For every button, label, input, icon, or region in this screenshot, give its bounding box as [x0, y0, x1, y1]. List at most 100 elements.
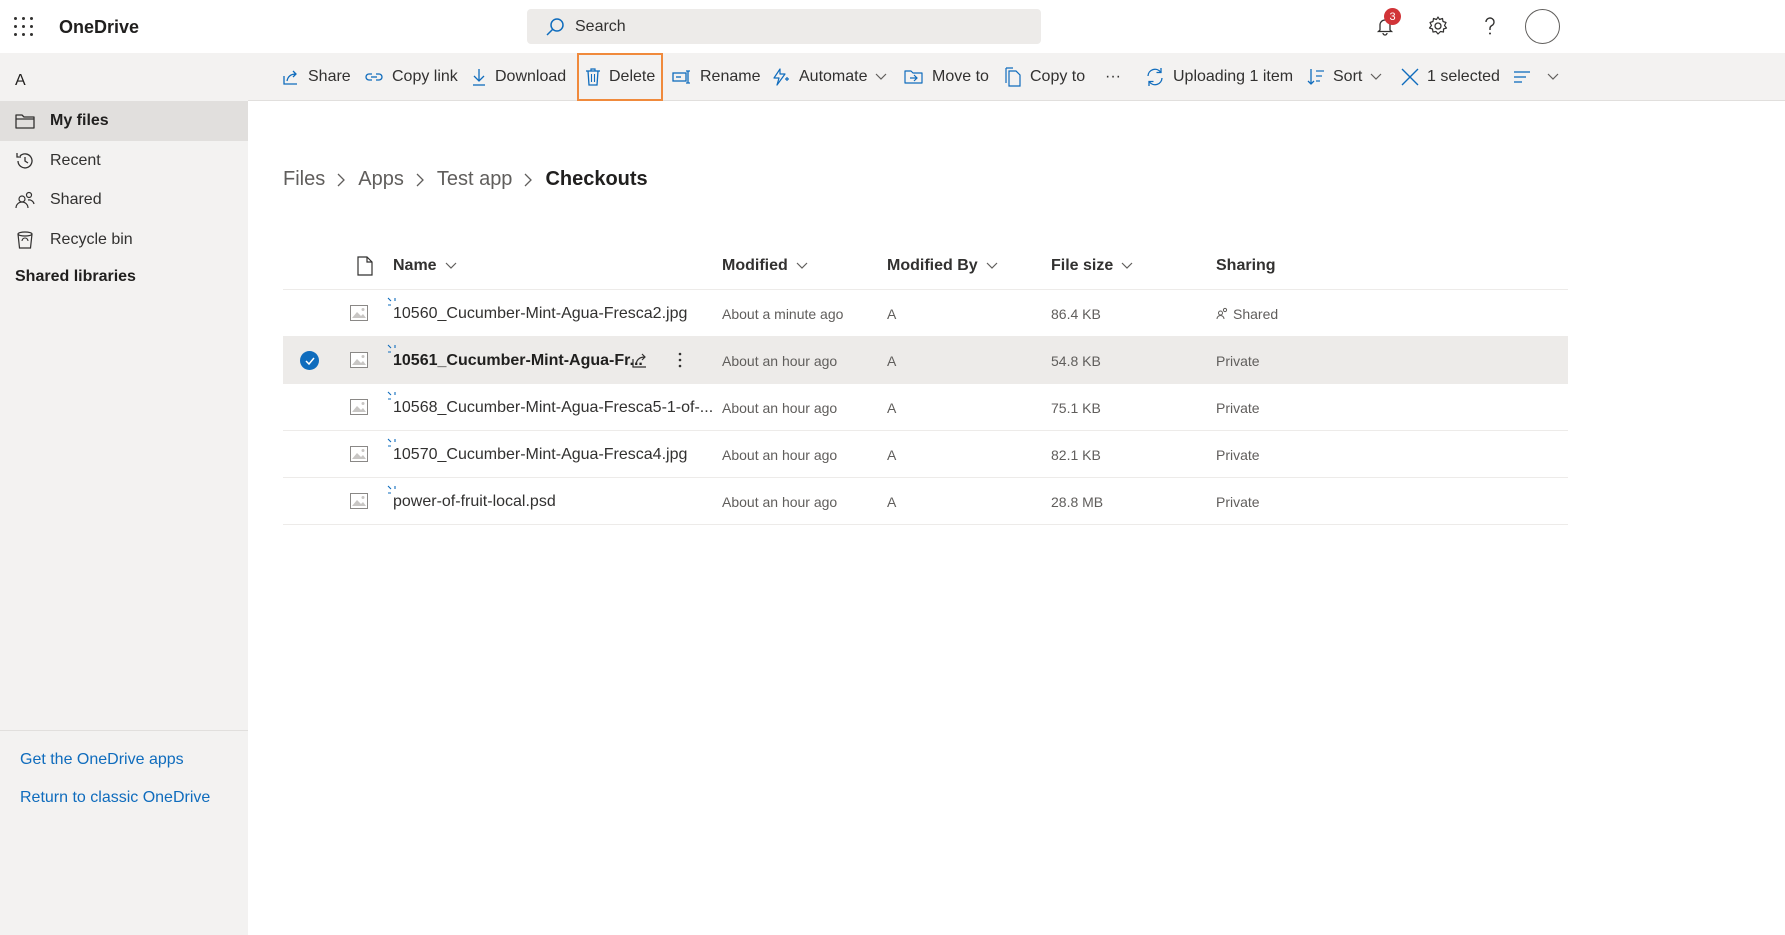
- automate-icon: [773, 68, 789, 86]
- file-name[interactable]: power-of-fruit-local.psd: [393, 478, 556, 525]
- table-row[interactable]: 10570_Cucumber-Mint-Agua-Fresca4.jpg Abo…: [283, 431, 1568, 478]
- share-button[interactable]: Share: [282, 53, 351, 101]
- search-icon: [546, 17, 564, 36]
- delete-button[interactable]: Delete: [585, 53, 655, 101]
- move-to-button[interactable]: Move to: [904, 53, 989, 101]
- list-view-icon: [1514, 71, 1530, 83]
- file-name[interactable]: 10570_Cucumber-Mint-Agua-Fresca4.jpg: [393, 431, 687, 478]
- file-list-header: Name Modified Modified By File size Shar…: [283, 242, 1568, 290]
- more-actions-button[interactable]: ···: [1105, 53, 1121, 101]
- chevron-right-icon: [416, 173, 425, 187]
- gear-icon: [1428, 16, 1448, 35]
- modified-by: A: [887, 399, 897, 416]
- download-button[interactable]: Download: [471, 53, 566, 101]
- image-file-icon: [350, 352, 368, 368]
- copy-to-button[interactable]: Copy to: [1004, 53, 1085, 101]
- search-placeholder: Search: [575, 17, 626, 35]
- rename-icon: [672, 70, 690, 84]
- name-column-header[interactable]: Name: [393, 242, 457, 290]
- view-options-button[interactable]: [1513, 53, 1559, 101]
- copy-link-button[interactable]: Copy link: [364, 53, 458, 101]
- modified-by-column-header[interactable]: Modified By: [887, 242, 998, 290]
- sidebar-item-shared[interactable]: Shared: [0, 180, 248, 220]
- file-type-column-header[interactable]: [349, 242, 373, 290]
- automate-label: Automate: [799, 68, 868, 85]
- folder-icon: [14, 110, 36, 132]
- sharing-label: Shared: [1233, 305, 1279, 322]
- shared-libraries-heading[interactable]: Shared libraries: [15, 268, 136, 286]
- modified-by: A: [887, 352, 897, 369]
- sidebar-item-label: Recycle bin: [50, 231, 133, 248]
- breadcrumb-item-test-app[interactable]: Test app: [437, 168, 513, 191]
- share-label: Share: [308, 68, 351, 85]
- move-to-icon: [904, 70, 923, 84]
- sidebar-item-label: My files: [50, 112, 109, 129]
- clear-selection-button[interactable]: 1 selected: [1401, 53, 1500, 101]
- modified-by: A: [887, 305, 897, 322]
- file-list: Name Modified Modified By File size Shar…: [283, 242, 1568, 525]
- sidebar-divider: [0, 730, 248, 731]
- rename-label: Rename: [700, 68, 761, 85]
- table-row[interactable]: 10560_Cucumber-Mint-Agua-Fresca2.jpg Abo…: [283, 290, 1568, 337]
- automate-button[interactable]: Automate: [771, 53, 887, 101]
- modified-date: About a minute ago: [722, 305, 844, 322]
- chevron-down-icon: [986, 262, 998, 269]
- search-box[interactable]: Search: [527, 9, 1041, 44]
- sidebar-item-label: Recent: [50, 152, 101, 169]
- sharing-column-header[interactable]: Sharing: [1216, 242, 1276, 290]
- notification-badge: 3: [1384, 8, 1401, 25]
- more-options-button[interactable]: [669, 349, 691, 371]
- get-apps-link[interactable]: Get the OneDrive apps: [20, 751, 184, 769]
- sharing-status: Shared: [1216, 290, 1278, 337]
- classic-onedrive-link[interactable]: Return to classic OneDrive: [20, 789, 210, 807]
- file-name[interactable]: 10561_Cucumber-Mint-Agua-Fr...: [393, 337, 643, 384]
- share-icon: [283, 70, 297, 85]
- account-avatar[interactable]: [1525, 9, 1560, 44]
- settings-button[interactable]: [1425, 13, 1451, 39]
- rename-button[interactable]: Rename: [672, 53, 760, 101]
- help-button[interactable]: [1477, 13, 1503, 39]
- people-icon: [1216, 307, 1228, 320]
- breadcrumb-item-apps[interactable]: Apps: [358, 168, 404, 191]
- chevron-down-icon: [876, 73, 887, 80]
- upload-status-button[interactable]: Uploading 1 item: [1145, 53, 1293, 101]
- sharing-status: Private: [1216, 446, 1260, 463]
- table-row[interactable]: 10568_Cucumber-Mint-Agua-Fresca5-1-of-..…: [283, 384, 1568, 431]
- checkmark-icon[interactable]: [300, 351, 319, 370]
- trash-icon: [586, 68, 600, 86]
- app-launcher-icon[interactable]: [14, 17, 34, 37]
- modified-column-header[interactable]: Modified: [722, 242, 808, 290]
- file-name[interactable]: 10568_Cucumber-Mint-Agua-Fresca5-1-of-..…: [393, 384, 713, 431]
- image-file-icon: [350, 493, 368, 509]
- share-row-button[interactable]: [629, 349, 651, 371]
- help-icon: [1485, 17, 1495, 35]
- share-icon: [632, 353, 646, 368]
- notifications-button[interactable]: 3: [1372, 8, 1401, 39]
- file-name[interactable]: 10560_Cucumber-Mint-Agua-Fresca2.jpg: [393, 290, 687, 337]
- chevron-down-icon: [1547, 73, 1559, 80]
- sharing-status: Private: [1216, 399, 1260, 416]
- modified-by: A: [887, 446, 897, 463]
- sidebar-item-my-files[interactable]: My files: [0, 101, 248, 141]
- move-to-label: Move to: [932, 68, 989, 85]
- sort-button[interactable]: Sort: [1307, 53, 1382, 101]
- breadcrumb-item-current: Checkouts: [545, 168, 648, 190]
- app-title[interactable]: OneDrive: [59, 17, 139, 38]
- breadcrumb-item-files[interactable]: Files: [283, 168, 325, 191]
- modified-column-label: Modified: [722, 257, 788, 274]
- file-size: 86.4 KB: [1051, 305, 1101, 322]
- chevron-right-icon: [524, 173, 533, 187]
- chevron-down-icon: [445, 262, 457, 269]
- table-row[interactable]: power-of-fruit-local.psd About an hour a…: [283, 478, 1568, 525]
- file-size-column-header[interactable]: File size: [1051, 242, 1133, 290]
- document-icon: [357, 256, 373, 276]
- sidebar-item-recent[interactable]: Recent: [0, 141, 248, 181]
- modified-date: About an hour ago: [722, 446, 838, 463]
- modified-date: About an hour ago: [722, 352, 838, 369]
- chevron-down-icon: [796, 262, 808, 269]
- download-icon: [473, 69, 485, 86]
- table-row[interactable]: 10561_Cucumber-Mint-Agua-Fr... About an …: [283, 337, 1568, 384]
- sidebar-item-recycle-bin[interactable]: Recycle bin: [0, 220, 248, 260]
- sidebar-user-name: A: [15, 72, 26, 89]
- sidebar-item-label: Shared: [50, 191, 102, 208]
